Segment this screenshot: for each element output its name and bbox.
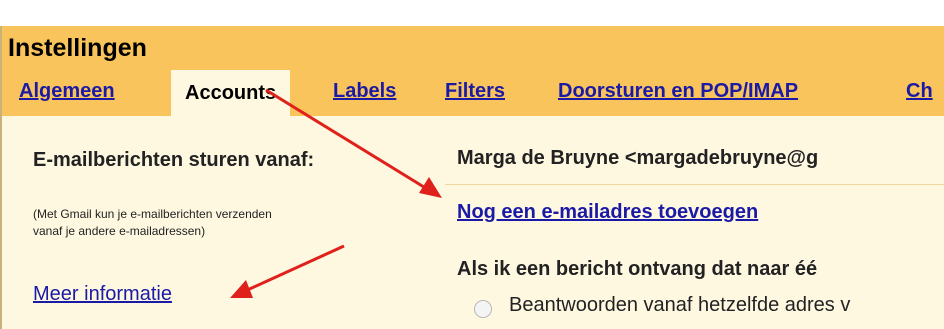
annotation-arrows [230, 88, 442, 298]
arrow-to-more-info [230, 244, 345, 298]
arrow-to-add-link [265, 88, 442, 198]
